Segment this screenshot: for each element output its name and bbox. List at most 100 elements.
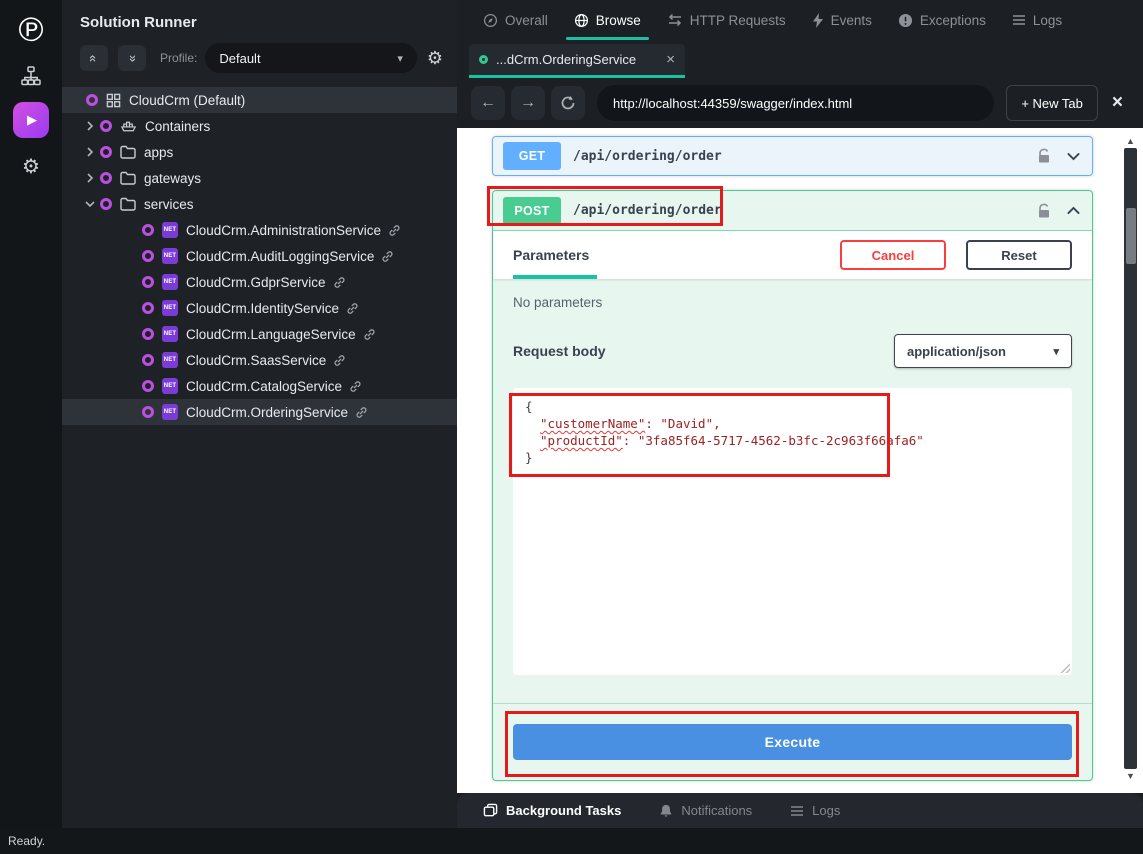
overall-compass-icon bbox=[483, 13, 498, 28]
collapse-all-button[interactable]: « bbox=[80, 45, 108, 71]
post-method-badge: POST bbox=[503, 197, 561, 225]
resize-handle[interactable] bbox=[1058, 661, 1070, 673]
run-view-button[interactable]: ▶ bbox=[13, 102, 49, 138]
tree-item-apps[interactable]: apps bbox=[62, 139, 457, 165]
browser-tab-ordering-service[interactable]: ...dCrm.OrderingService × bbox=[469, 44, 685, 78]
link-icon[interactable] bbox=[388, 224, 401, 237]
status-text: Ready. bbox=[8, 834, 45, 848]
reset-button[interactable]: Reset bbox=[966, 240, 1072, 270]
tree-item-label: CloudCrm.LanguageService bbox=[186, 327, 356, 342]
lock-icon[interactable] bbox=[1037, 148, 1051, 164]
link-icon[interactable] bbox=[349, 380, 362, 393]
tree-item-identity-service[interactable]: NET CloudCrm.IdentityService bbox=[62, 295, 457, 321]
tab-http-requests[interactable]: HTTP Requests bbox=[667, 0, 786, 40]
forward-icon: → bbox=[520, 94, 536, 112]
background-tasks-button[interactable]: Background Tasks bbox=[483, 803, 621, 818]
app-window: ℗ ▶ ⚙ Solution Runner « « Profile: Defau… bbox=[0, 0, 1143, 854]
view-tabs: Overall Browse HTTP Requests bbox=[457, 0, 1143, 40]
new-tab-button[interactable]: + New Tab bbox=[1006, 85, 1098, 121]
logs-icon bbox=[1012, 14, 1026, 26]
tab-events[interactable]: Events bbox=[812, 0, 872, 40]
tree-item-saas-service[interactable]: NET CloudCrm.SaasService bbox=[62, 347, 457, 373]
folder-icon bbox=[120, 145, 136, 159]
forward-button[interactable]: → bbox=[511, 86, 545, 120]
post-endpoint-row[interactable]: POST /api/ordering/order bbox=[493, 191, 1092, 231]
scrollbar[interactable]: ▲ ▼ bbox=[1124, 134, 1137, 783]
tree-item-label: gateways bbox=[144, 171, 201, 186]
tree-item-containers[interactable]: Containers bbox=[62, 113, 457, 139]
url-bar[interactable] bbox=[597, 85, 994, 121]
swagger-content: GET /api/ordering/order POST /api/orderi… bbox=[457, 128, 1143, 793]
tab-browse[interactable]: Browse bbox=[574, 0, 641, 40]
tree-item-label: CloudCrm.GdprService bbox=[186, 275, 326, 290]
scroll-down-icon[interactable]: ▼ bbox=[1126, 769, 1135, 783]
link-icon[interactable] bbox=[381, 250, 394, 263]
logs-button[interactable]: Logs bbox=[790, 803, 840, 818]
dotnet-badge: NET bbox=[162, 378, 178, 394]
tree-item-label: CloudCrm.OrderingService bbox=[186, 405, 348, 420]
tab-overall[interactable]: Overall bbox=[483, 0, 548, 40]
tree-item-auditlogging-service[interactable]: NET CloudCrm.AuditLoggingService bbox=[62, 243, 457, 269]
expand-all-button[interactable]: « bbox=[118, 45, 146, 71]
tree-item-gateways[interactable]: gateways bbox=[62, 165, 457, 191]
tree-item-language-service[interactable]: NET CloudCrm.LanguageService bbox=[62, 321, 457, 347]
post-endpoint-body: No parameters Request body application/j… bbox=[493, 279, 1092, 675]
request-body-label: Request body bbox=[513, 343, 606, 359]
close-tab-icon[interactable]: × bbox=[666, 51, 675, 68]
tree-item-label: CloudCrm (Default) bbox=[129, 93, 245, 108]
tab-logs[interactable]: Logs bbox=[1012, 0, 1062, 40]
tree-item-gdpr-service[interactable]: NET CloudCrm.GdprService bbox=[62, 269, 457, 295]
scroll-up-icon[interactable]: ▲ bbox=[1126, 134, 1135, 148]
refresh-icon bbox=[560, 95, 576, 111]
collapse-all-icon: « bbox=[86, 54, 101, 61]
status-bar: Ready. bbox=[0, 828, 1143, 854]
json-line: "productId": "3fa85f64-5717-4562-b3fc-2c… bbox=[525, 432, 1060, 449]
tree-item-services[interactable]: services bbox=[62, 191, 457, 217]
profile-settings-gear-icon[interactable]: ⚙ bbox=[427, 48, 443, 69]
link-icon[interactable] bbox=[333, 276, 346, 289]
tree-item-ordering-service[interactable]: NET CloudCrm.OrderingService bbox=[62, 399, 457, 425]
browse-globe-icon bbox=[574, 13, 589, 28]
settings-gear-icon[interactable]: ⚙ bbox=[22, 154, 40, 179]
content-type-dropdown[interactable]: application/json ▾ bbox=[894, 334, 1072, 368]
solution-tree: CloudCrm (Default) Containers bbox=[62, 87, 457, 425]
scrollbar-track[interactable] bbox=[1124, 148, 1137, 769]
execute-section: Execute bbox=[493, 703, 1092, 780]
tree-item-catalog-service[interactable]: NET CloudCrm.CatalogService bbox=[62, 373, 457, 399]
lock-icon[interactable] bbox=[1037, 203, 1051, 219]
http-requests-icon bbox=[667, 13, 683, 27]
folder-icon bbox=[120, 171, 136, 185]
request-body-editor[interactable]: { "customerName": "David", "productId": … bbox=[513, 388, 1072, 675]
tab-exceptions[interactable]: Exceptions bbox=[898, 0, 986, 40]
main-panel: Overall Browse HTTP Requests bbox=[457, 0, 1143, 828]
endpoint-path: /api/ordering/order bbox=[573, 149, 722, 164]
status-ring-icon bbox=[100, 146, 112, 158]
browser-toolbar: ← → + New Tab × bbox=[457, 78, 1143, 128]
close-browser-icon[interactable]: × bbox=[1112, 92, 1123, 114]
link-icon[interactable] bbox=[355, 406, 368, 419]
tree-item-administration-service[interactable]: NET CloudCrm.AdministrationService bbox=[62, 217, 457, 243]
json-key: "customerName" bbox=[540, 416, 645, 431]
tree-item-label: CloudCrm.SaasService bbox=[186, 353, 326, 368]
url-input[interactable] bbox=[613, 96, 978, 111]
profile-dropdown[interactable]: Default ▾ bbox=[205, 43, 417, 73]
back-button[interactable]: ← bbox=[471, 86, 505, 120]
request-body-row: Request body application/json ▾ bbox=[513, 334, 1072, 368]
dotnet-badge: NET bbox=[162, 300, 178, 316]
scrollbar-thumb[interactable] bbox=[1126, 208, 1136, 264]
link-icon[interactable] bbox=[346, 302, 359, 315]
link-icon[interactable] bbox=[333, 354, 346, 367]
tree-item-cloudcrm-root[interactable]: CloudCrm (Default) bbox=[62, 87, 457, 113]
chevron-down-icon[interactable] bbox=[1065, 148, 1082, 165]
notifications-button[interactable]: Notifications bbox=[659, 803, 752, 818]
dotnet-badge: NET bbox=[162, 222, 178, 238]
refresh-button[interactable] bbox=[551, 86, 585, 120]
execute-button[interactable]: Execute bbox=[513, 724, 1072, 760]
json-value: : "David", bbox=[645, 416, 720, 431]
solution-tree-icon[interactable] bbox=[21, 66, 41, 86]
link-icon[interactable] bbox=[363, 328, 376, 341]
cancel-button[interactable]: Cancel bbox=[840, 240, 946, 270]
chevron-up-icon[interactable] bbox=[1065, 202, 1082, 219]
get-endpoint-row[interactable]: GET /api/ordering/order bbox=[492, 136, 1093, 176]
tree-item-label: services bbox=[144, 197, 194, 212]
